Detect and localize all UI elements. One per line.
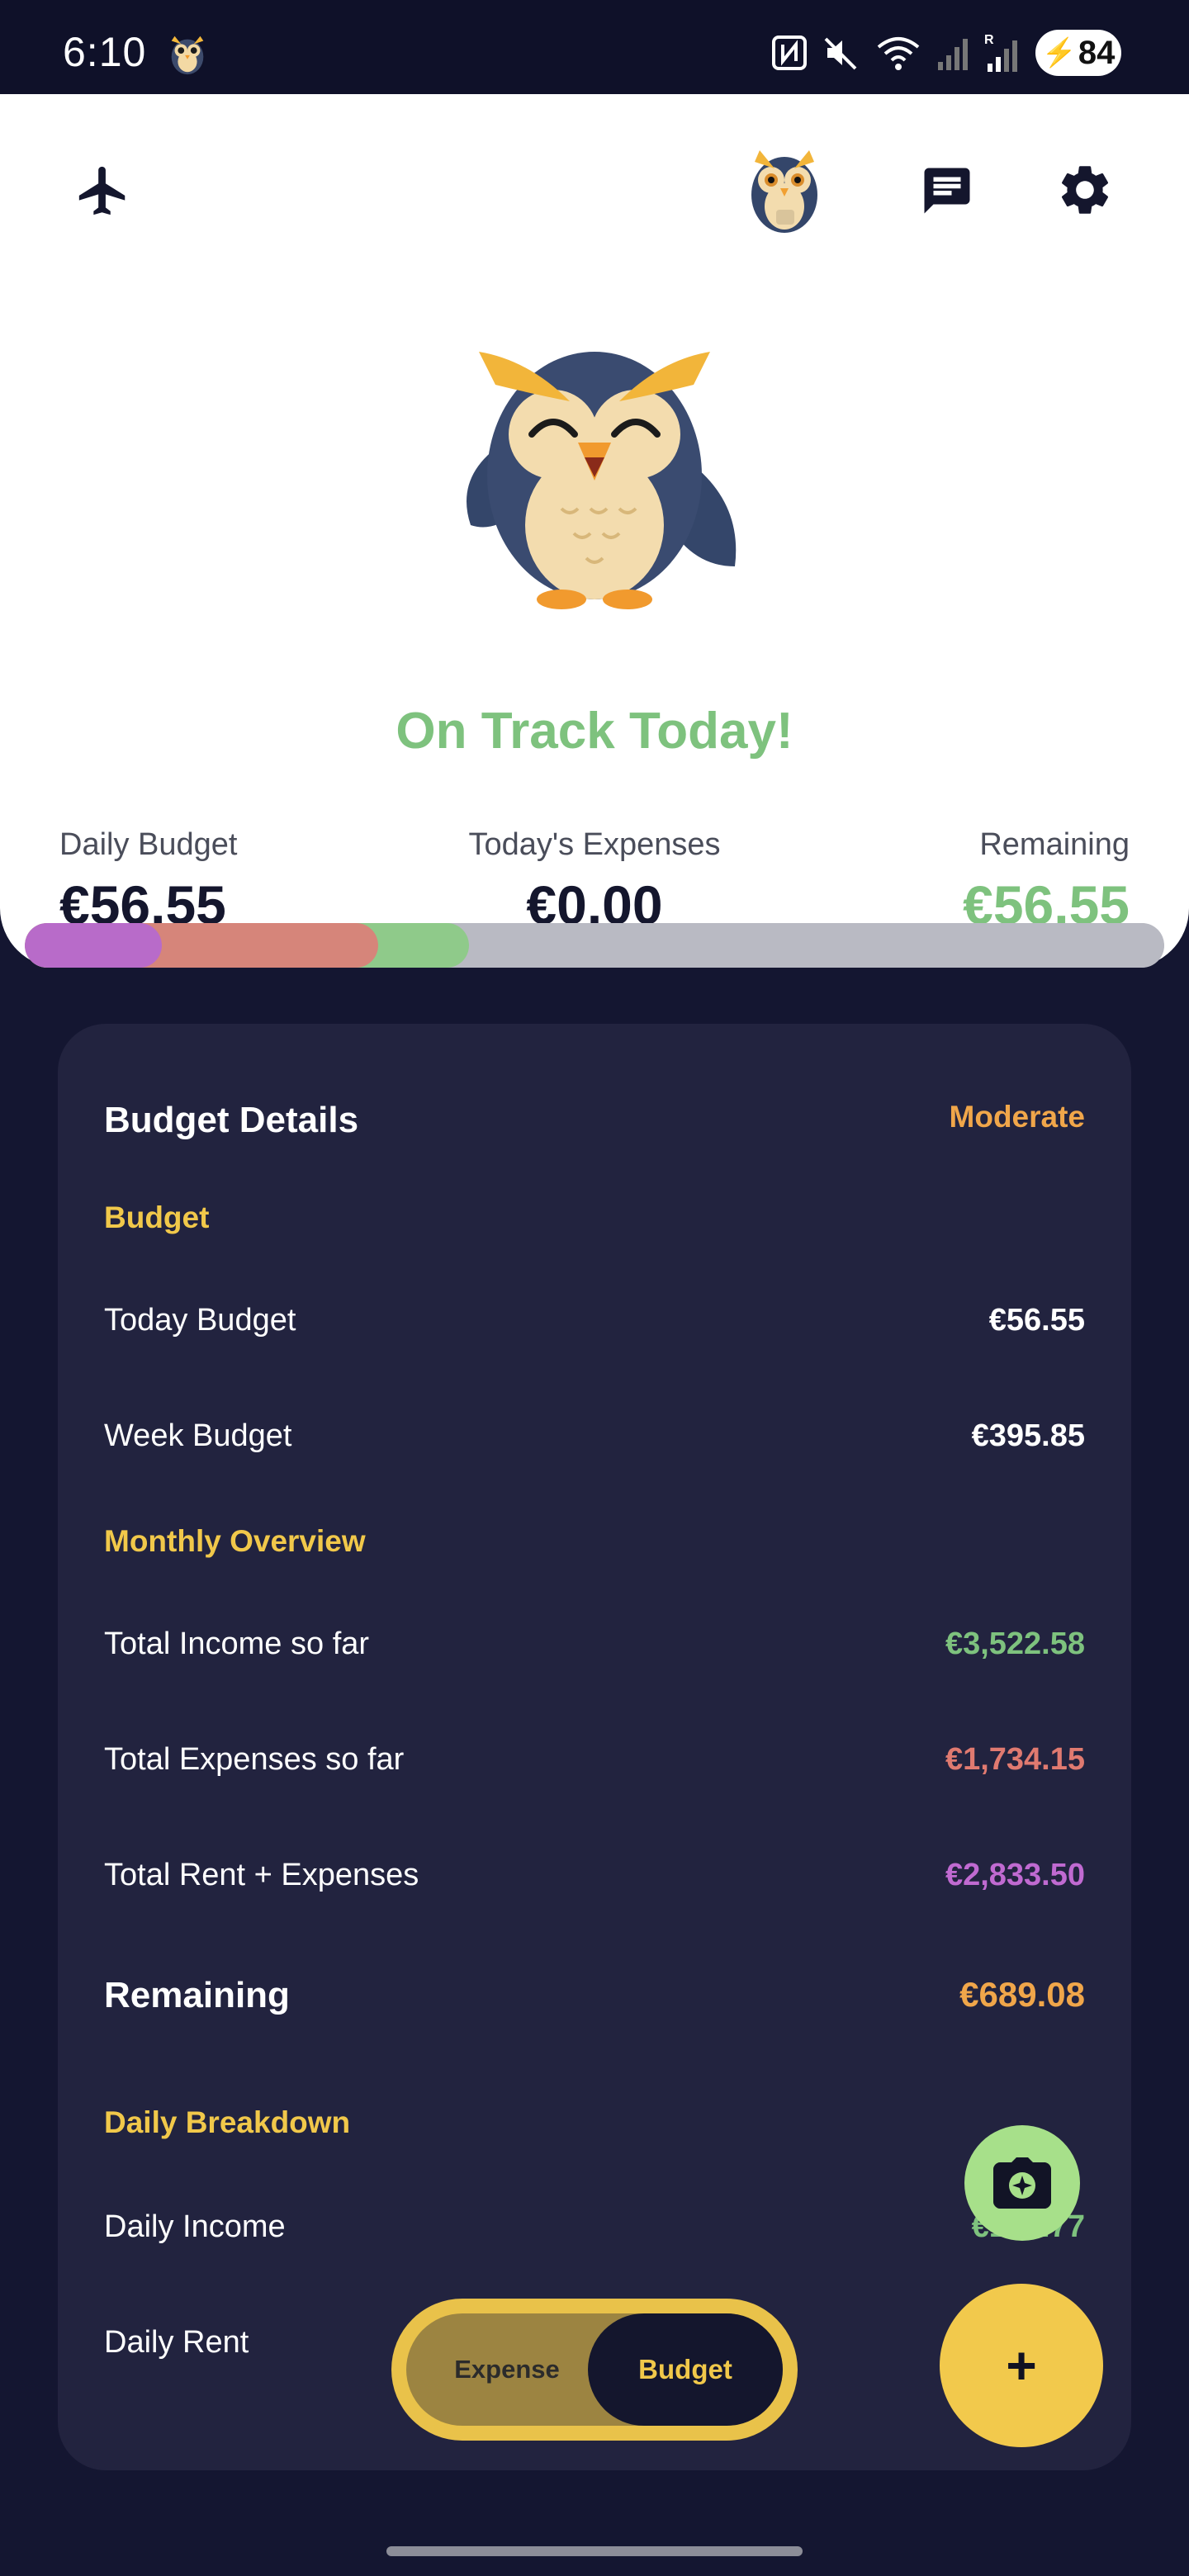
section-budget: Budget [104, 1200, 210, 1234]
add-button[interactable]: + [940, 2284, 1103, 2447]
mode-toggle-track: Expense Budget [406, 2313, 783, 2426]
summary-card: On Track Today! Daily Budget €56.55 Toda… [0, 94, 1189, 968]
battery-level: 84 [1078, 34, 1116, 71]
total-income-row: Total Income so far €3,522.58 [104, 1627, 1085, 1676]
svg-text:R: R [984, 33, 994, 47]
week-budget-value: €395.85 [971, 1418, 1085, 1453]
status-icons: R ⚡ 84 [771, 30, 1121, 76]
status-title: On Track Today! [396, 703, 793, 760]
today-budget-value: €56.55 [988, 1303, 1085, 1338]
battery-indicator: ⚡ 84 [1035, 30, 1121, 76]
section-monthly-overview: Monthly Overview [104, 1524, 366, 1558]
details-header: Budget Details Moderate [104, 1100, 1085, 1149]
total-income-value: €3,522.58 [945, 1627, 1085, 1661]
nfc-icon [772, 36, 807, 70]
owl-icon [171, 36, 204, 75]
camera-button[interactable] [964, 2125, 1080, 2241]
budget-mode[interactable]: Moderate [950, 1100, 1085, 1134]
mode-toggle[interactable]: Expense Budget [391, 2299, 798, 2441]
budget-progress-bar [25, 923, 1164, 968]
total-expenses-label: Total Expenses so far [104, 1742, 405, 1777]
total-rent-row: Total Rent + Expenses €2,833.50 [104, 1858, 1085, 1907]
happy-owl-icon [467, 352, 737, 609]
total-income-label: Total Income so far [104, 1627, 370, 1661]
mute-icon [824, 37, 857, 70]
gear-icon[interactable] [1055, 160, 1115, 220]
toggle-budget[interactable]: Budget [588, 2313, 783, 2426]
budget-details-card: Budget Details Moderate Budget Today Bud… [58, 1024, 1131, 2470]
section-daily-breakdown: Daily Breakdown [104, 2105, 351, 2139]
total-rent-value: €2,833.50 [945, 1858, 1085, 1892]
airplane-icon[interactable] [74, 162, 132, 220]
home-indicator[interactable] [386, 2546, 803, 2556]
week-budget-label: Week Budget [104, 1418, 292, 1453]
details-title: Budget Details [104, 1100, 359, 1140]
cell-signal-r-icon: R [984, 33, 1017, 72]
remaining-row-value: €689.08 [959, 1975, 1085, 2014]
today-budget-row: Today Budget €56.55 [104, 1303, 1085, 1352]
remaining-row-label: Remaining [104, 1975, 290, 2015]
remaining-label: Remaining [979, 827, 1130, 862]
battery-bolt-icon: ⚡ [1041, 37, 1077, 69]
progress-segment-purple [25, 923, 162, 968]
daily-income-row: Daily Income €143.77 [104, 2209, 1085, 2259]
status-time: 6:10 [63, 29, 147, 75]
daily-income-label: Daily Income [104, 2209, 286, 2244]
today-budget-label: Today Budget [104, 1303, 296, 1338]
total-expenses-row: Total Expenses so far €1,734.15 [104, 1742, 1085, 1792]
chat-icon[interactable] [918, 163, 976, 218]
daily-rent-label: Daily Rent [104, 2325, 249, 2360]
week-budget-row: Week Budget €395.85 [104, 1418, 1085, 1468]
total-expenses-value: €1,734.15 [945, 1742, 1085, 1777]
status-bar: 6:10 R ⚡ 84 [0, 0, 1189, 94]
wifi-icon [877, 37, 920, 70]
camera-icon [993, 2157, 1051, 2209]
cell-signal-icon [938, 39, 968, 70]
toggle-expense[interactable]: Expense [424, 2313, 590, 2426]
remaining-row: Remaining €689.08 [104, 1975, 1085, 2024]
plus-icon: + [1006, 2336, 1037, 2395]
total-rent-label: Total Rent + Expenses [104, 1858, 419, 1892]
owl-avatar-icon[interactable] [743, 144, 826, 236]
